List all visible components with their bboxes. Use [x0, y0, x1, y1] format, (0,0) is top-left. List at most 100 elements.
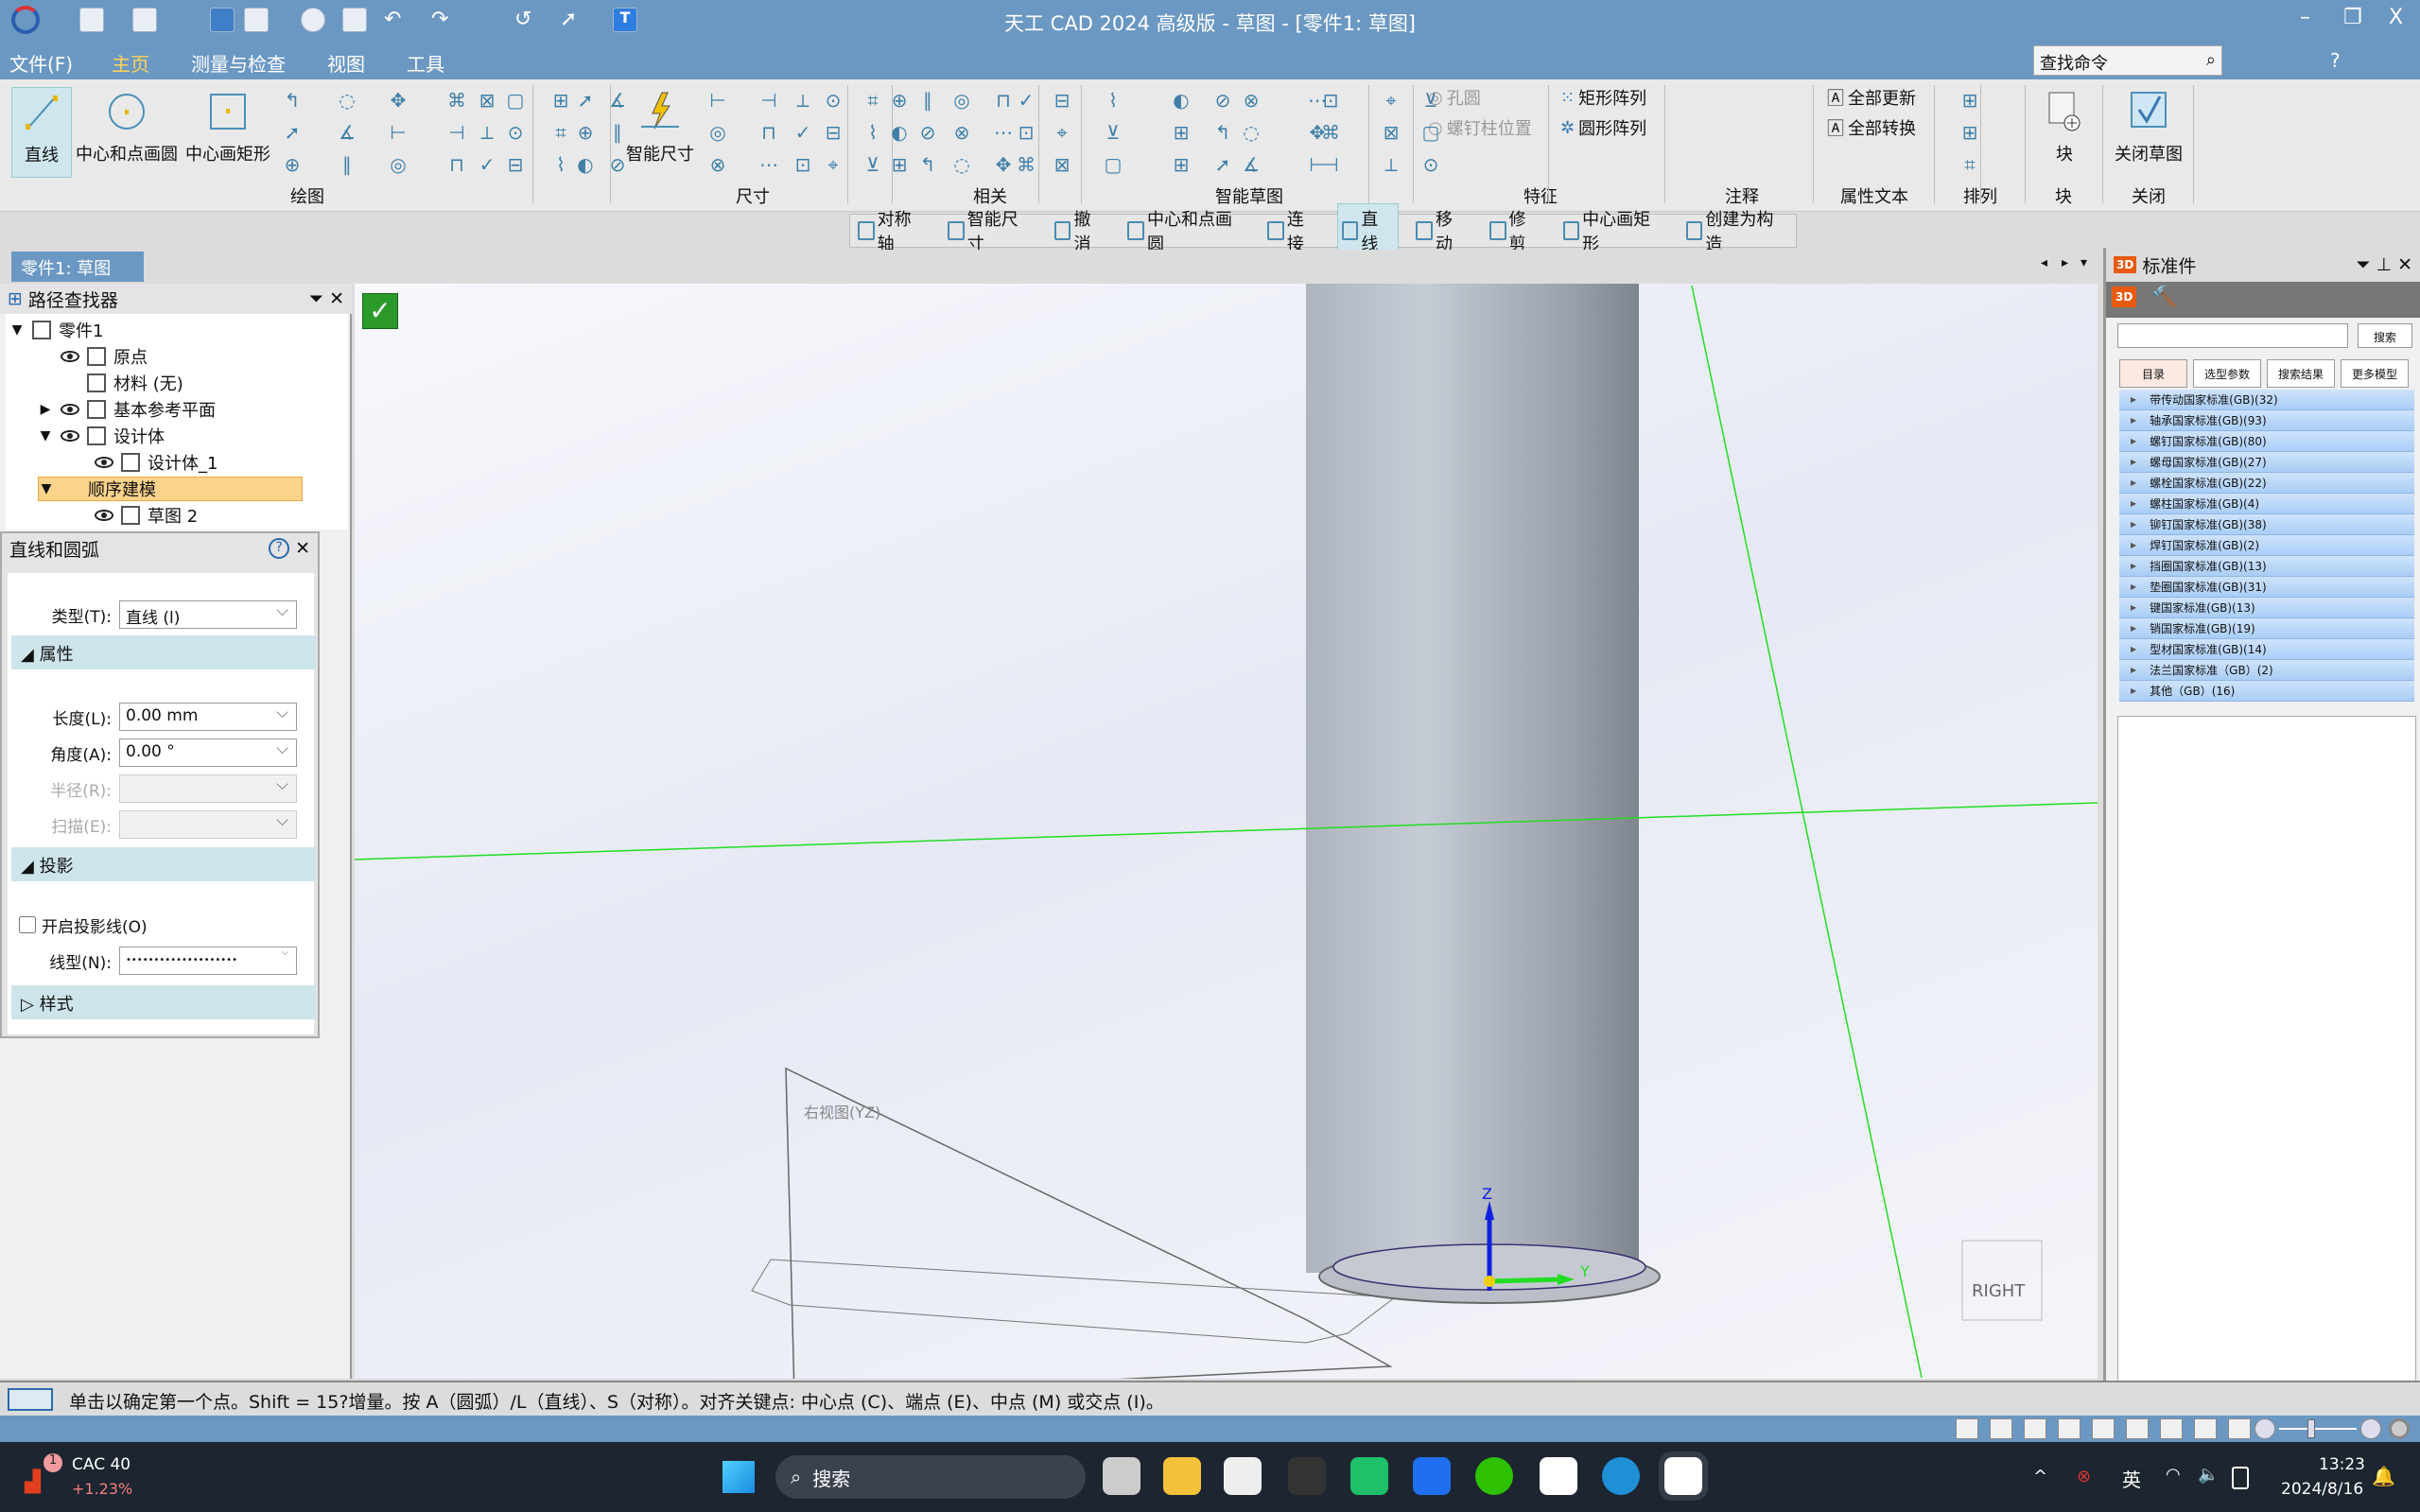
linetype-dropdown[interactable]: ••••••••••••••••••••: [119, 947, 297, 975]
std-parts-category[interactable]: ▶ 垫圈国家标准(GB)(31): [2119, 577, 2414, 598]
ribbon-tool-icon[interactable]: ⊟: [821, 121, 845, 146]
ribbon-tool-icon[interactable]: ⊞: [1958, 89, 1982, 113]
close-sketch-button[interactable]: 关闭草图: [2109, 87, 2188, 178]
ribbon-tool-icon[interactable]: ◐: [1169, 89, 1193, 113]
qq-icon[interactable]: [1540, 1457, 1577, 1495]
std-parts-search-button[interactable]: 搜索: [2358, 323, 2412, 348]
ribbon-tool-icon[interactable]: ∡: [335, 121, 359, 146]
convert-all-button[interactable]: 🄰 全部转换: [1827, 115, 1916, 140]
ribbon-tool-icon[interactable]: ◌: [949, 153, 974, 178]
minimize-button[interactable]: –: [2300, 6, 2310, 29]
ribbon-tool-icon[interactable]: ⊓: [757, 121, 781, 146]
ribbon-tool-icon[interactable]: ⊕: [573, 121, 598, 146]
menu-view[interactable]: 视图: [327, 49, 365, 77]
ribbon-tool-icon[interactable]: ⟂: [475, 121, 499, 146]
panel-menu-icon[interactable]: ⏷: [2356, 254, 2370, 275]
ribbon-tool-icon[interactable]: ✥: [386, 89, 410, 113]
visibility-eye-icon[interactable]: [61, 430, 79, 442]
menu-file[interactable]: 文件(F): [9, 49, 73, 77]
ribbon-tool-icon[interactable]: ⌘: [1014, 153, 1038, 178]
prompt-bar-icon[interactable]: [8, 1388, 53, 1411]
menu-tools[interactable]: 工具: [407, 49, 444, 77]
ribbon-tool-icon[interactable]: ⊞: [1169, 153, 1193, 178]
ribbon-tool-icon[interactable]: ◌: [335, 89, 359, 113]
battery-icon[interactable]: [2232, 1467, 2249, 1489]
ribbon-tool-icon[interactable]: ⊢: [705, 89, 730, 113]
ribbon-tool-icon[interactable]: ▢: [1101, 153, 1125, 178]
std-parts-category[interactable]: ▶ 轴承国家标准(GB)(93): [2119, 410, 2414, 431]
ribbon-tool-icon[interactable]: ⟂: [791, 89, 815, 113]
ribbon-tool-icon[interactable]: ⊕: [280, 153, 305, 178]
expand-toggle-icon[interactable]: ▼: [38, 428, 53, 443]
ribbon-tool-icon[interactable]: ∡: [605, 89, 630, 113]
angle-input[interactable]: 0.00 °: [119, 739, 297, 767]
ribbon-tool-icon[interactable]: ⊙: [1419, 153, 1443, 178]
ribbon-tool-icon[interactable]: ↰: [1210, 121, 1235, 146]
ribbon-tool-icon[interactable]: ◎: [949, 89, 974, 113]
rect-pattern-button[interactable]: ⁙ 矩形阵列: [1560, 85, 1646, 110]
std-parts-tab[interactable]: 搜索结果: [2267, 359, 2335, 388]
ribbon-tool-icon[interactable]: ⊠: [475, 89, 499, 113]
network-error-icon[interactable]: ⊗: [2077, 1467, 2091, 1486]
ribbon-tool-icon[interactable]: ⊡: [1318, 89, 1343, 113]
ribbon-tool-icon[interactable]: ⌗: [1958, 153, 1982, 178]
std-parts-category[interactable]: ▶ 螺母国家标准(GB)(27): [2119, 452, 2414, 473]
ribbon-tool-icon[interactable]: ⌖: [1379, 89, 1403, 113]
taskbar-search[interactable]: ⌕ 搜索: [775, 1455, 1086, 1499]
app-icon[interactable]: [1288, 1457, 1326, 1495]
ribbon-tool-icon[interactable]: ⊻: [861, 153, 885, 178]
std-parts-category[interactable]: ▶ 螺柱国家标准(GB)(4): [2119, 494, 2414, 514]
tree-item[interactable]: 原点: [38, 344, 148, 369]
rotate-icon[interactable]: [2126, 1418, 2149, 1439]
screw-post-button[interactable]: ○ 螺钉柱位置: [1428, 115, 1532, 140]
ribbon-tool-icon[interactable]: ∥: [335, 153, 359, 178]
ribbon-tool-icon[interactable]: ⊗: [1239, 89, 1263, 113]
file-explorer-icon[interactable]: [1163, 1457, 1201, 1495]
std-parts-category[interactable]: ▶ 法兰国家标准（GB）(2): [2119, 660, 2414, 681]
std-parts-category[interactable]: ▶ 螺栓国家标准(GB)(22): [2119, 473, 2414, 494]
properties-section[interactable]: ◢ 属性: [11, 635, 316, 669]
std-parts-tab[interactable]: 更多模型: [2341, 359, 2409, 388]
center-point-circle-button[interactable]: 中心和点画圆: [76, 87, 178, 178]
ribbon-tool-icon[interactable]: ◎: [386, 153, 410, 178]
ribbon-tool-icon[interactable]: ✓: [791, 121, 815, 146]
pathfinder-close-icon[interactable]: ✕: [329, 288, 344, 309]
camera-icon[interactable]: [1956, 1418, 1978, 1439]
panel-menu-icon[interactable]: ⏷: [309, 288, 323, 309]
ribbon-tool-icon[interactable]: ∥: [605, 121, 630, 146]
ms-store-icon[interactable]: [1224, 1457, 1262, 1495]
menu-measure[interactable]: 测量与检查: [191, 49, 286, 77]
clock-date[interactable]: 2024/8/16: [2281, 1480, 2363, 1499]
ribbon-tool-icon[interactable]: ⊣: [444, 121, 469, 146]
ribbon-tool-icon[interactable]: ⋯: [991, 121, 1016, 146]
search-icon[interactable]: ⌕: [2206, 50, 2216, 70]
tree-item[interactable]: ▼ 零件1: [9, 318, 103, 342]
ribbon-tool-icon[interactable]: ⊞: [548, 89, 573, 113]
clock-time[interactable]: 13:23: [2319, 1455, 2365, 1474]
ribbon-tool-icon[interactable]: ⌇: [1101, 89, 1125, 113]
ribbon-tool-icon[interactable]: ⊗: [705, 153, 730, 178]
ribbon-tool-icon[interactable]: ✓: [475, 153, 499, 178]
tree-item[interactable]: 设计体_1: [72, 450, 218, 475]
std-parts-category[interactable]: ▶ 键国家标准(GB)(13): [2119, 598, 2414, 618]
tab-scroll-right-icon[interactable]: ▸: [2062, 255, 2068, 270]
ribbon-tool-icon[interactable]: ▢: [503, 89, 528, 113]
ribbon-tool-icon[interactable]: ⌗: [548, 121, 573, 146]
std-parts-tab[interactable]: 目录: [2119, 359, 2187, 388]
ribbon-tool-icon[interactable]: ⊣: [757, 89, 781, 113]
tray-overflow-icon[interactable]: ^: [2033, 1467, 2047, 1486]
ribbon-tool-icon[interactable]: ⊞: [1958, 121, 1982, 146]
ribbon-tool-icon[interactable]: ⊕: [887, 89, 912, 113]
projection-line-checkbox[interactable]: [19, 916, 36, 933]
ribbon-tool-icon[interactable]: ⊡: [791, 153, 815, 178]
task-view-icon[interactable]: [1103, 1457, 1140, 1495]
ribbon-tool-icon[interactable]: ⊣: [1318, 153, 1343, 178]
smart-dimension-button[interactable]: 智能尺寸: [620, 87, 700, 178]
ribbon-tool-icon[interactable]: ➚: [1210, 153, 1235, 178]
tab-list-icon[interactable]: ▾: [2081, 255, 2087, 270]
ribbon-tool-icon[interactable]: ⊟: [503, 153, 528, 178]
std-parts-tab[interactable]: 选型参数: [2193, 359, 2261, 388]
tree-item[interactable]: 草图 2: [72, 503, 198, 528]
std-parts-category[interactable]: ▶ 销国家标准(GB)(19): [2119, 618, 2414, 639]
hammer-icon[interactable]: 🔨: [2151, 286, 2177, 309]
